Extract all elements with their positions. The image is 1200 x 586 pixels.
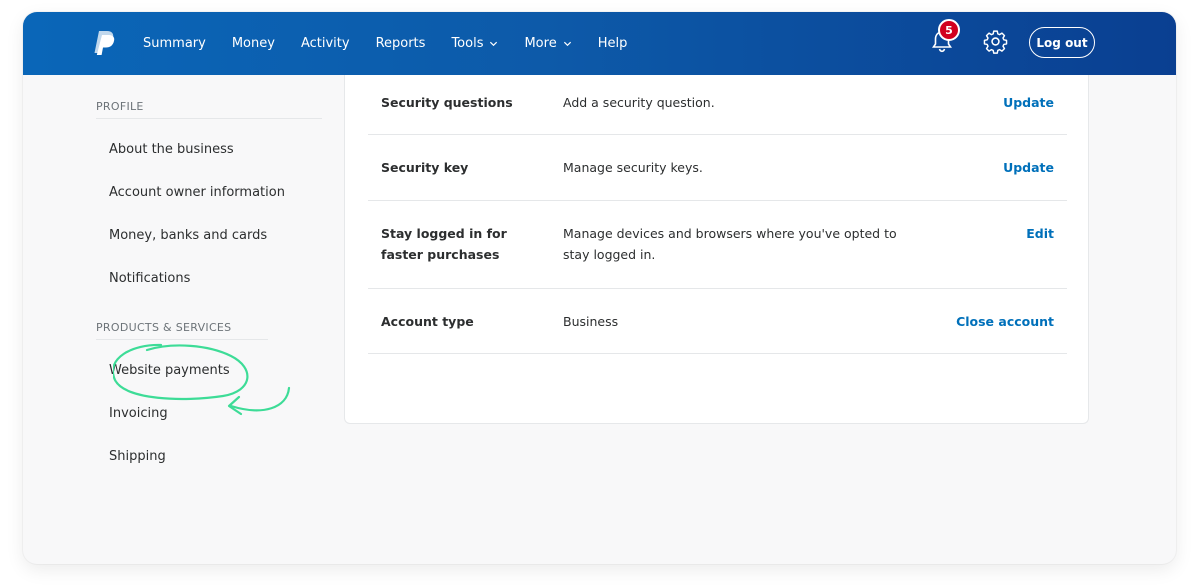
- main-nav-links: Summary Money Activity Reports Tools Mor…: [143, 12, 653, 75]
- settings-row-account-type: Account type Business Close account: [368, 289, 1067, 354]
- row-label: Account type: [381, 314, 474, 329]
- settings-row-security-questions: Security questions Add a security questi…: [368, 75, 1067, 135]
- close-account-link[interactable]: Close account: [956, 311, 1054, 332]
- nav-money[interactable]: Money: [232, 36, 275, 51]
- nav-reports[interactable]: Reports: [376, 36, 426, 51]
- chevron-down-icon: [563, 41, 571, 47]
- logout-button[interactable]: Log out: [1029, 27, 1095, 58]
- row-label: Security questions: [381, 95, 513, 110]
- sidebar-item-notifications[interactable]: Notifications: [109, 271, 190, 286]
- settings-row-security-key: Security key Manage security keys. Updat…: [368, 135, 1067, 201]
- nav-help[interactable]: Help: [598, 36, 628, 51]
- nav-tools[interactable]: Tools: [451, 36, 498, 51]
- update-security-questions-link[interactable]: Update: [1003, 92, 1054, 113]
- sidebar-item-about-business[interactable]: About the business: [109, 142, 234, 157]
- sidebar-divider: [96, 339, 268, 340]
- app-window: Summary Money Activity Reports Tools Mor…: [23, 12, 1176, 564]
- row-description: Manage devices and browsers where you've…: [563, 226, 897, 262]
- sidebar-item-account-owner[interactable]: Account owner information: [109, 185, 285, 200]
- top-navigation-bar: Summary Money Activity Reports Tools Mor…: [23, 12, 1176, 75]
- security-settings-card: Security questions Add a security questi…: [344, 75, 1089, 424]
- sidebar-heading-products: PRODUCTS & SERVICES: [96, 321, 232, 334]
- nav-summary[interactable]: Summary: [143, 36, 206, 51]
- gear-icon[interactable]: [983, 29, 1008, 54]
- paypal-logo-icon[interactable]: [93, 29, 117, 57]
- settings-row-stay-logged-in: Stay logged in for faster purchases Mana…: [368, 201, 1067, 289]
- row-description: Manage security keys.: [563, 160, 703, 175]
- nav-activity[interactable]: Activity: [301, 36, 350, 51]
- nav-more[interactable]: More: [524, 36, 571, 51]
- row-label: Security key: [381, 160, 469, 175]
- sidebar-item-shipping[interactable]: Shipping: [109, 449, 166, 464]
- notification-count-badge: 5: [938, 19, 960, 41]
- sidebar-item-website-payments[interactable]: Website payments: [109, 363, 230, 378]
- sidebar-divider: [96, 118, 322, 119]
- edit-stay-logged-in-link[interactable]: Edit: [1026, 223, 1054, 244]
- row-label: Stay logged in for faster purchases: [381, 226, 507, 262]
- chevron-down-icon: [490, 41, 498, 47]
- nav-more-label: More: [524, 36, 557, 51]
- update-security-key-link[interactable]: Update: [1003, 157, 1054, 178]
- row-description: Business: [563, 314, 619, 329]
- row-description: Add a security question.: [563, 95, 715, 110]
- sidebar-heading-profile: PROFILE: [96, 100, 144, 113]
- sidebar-item-invoicing[interactable]: Invoicing: [109, 406, 168, 421]
- sidebar-item-money-banks-cards[interactable]: Money, banks and cards: [109, 228, 267, 243]
- nav-tools-label: Tools: [451, 36, 484, 51]
